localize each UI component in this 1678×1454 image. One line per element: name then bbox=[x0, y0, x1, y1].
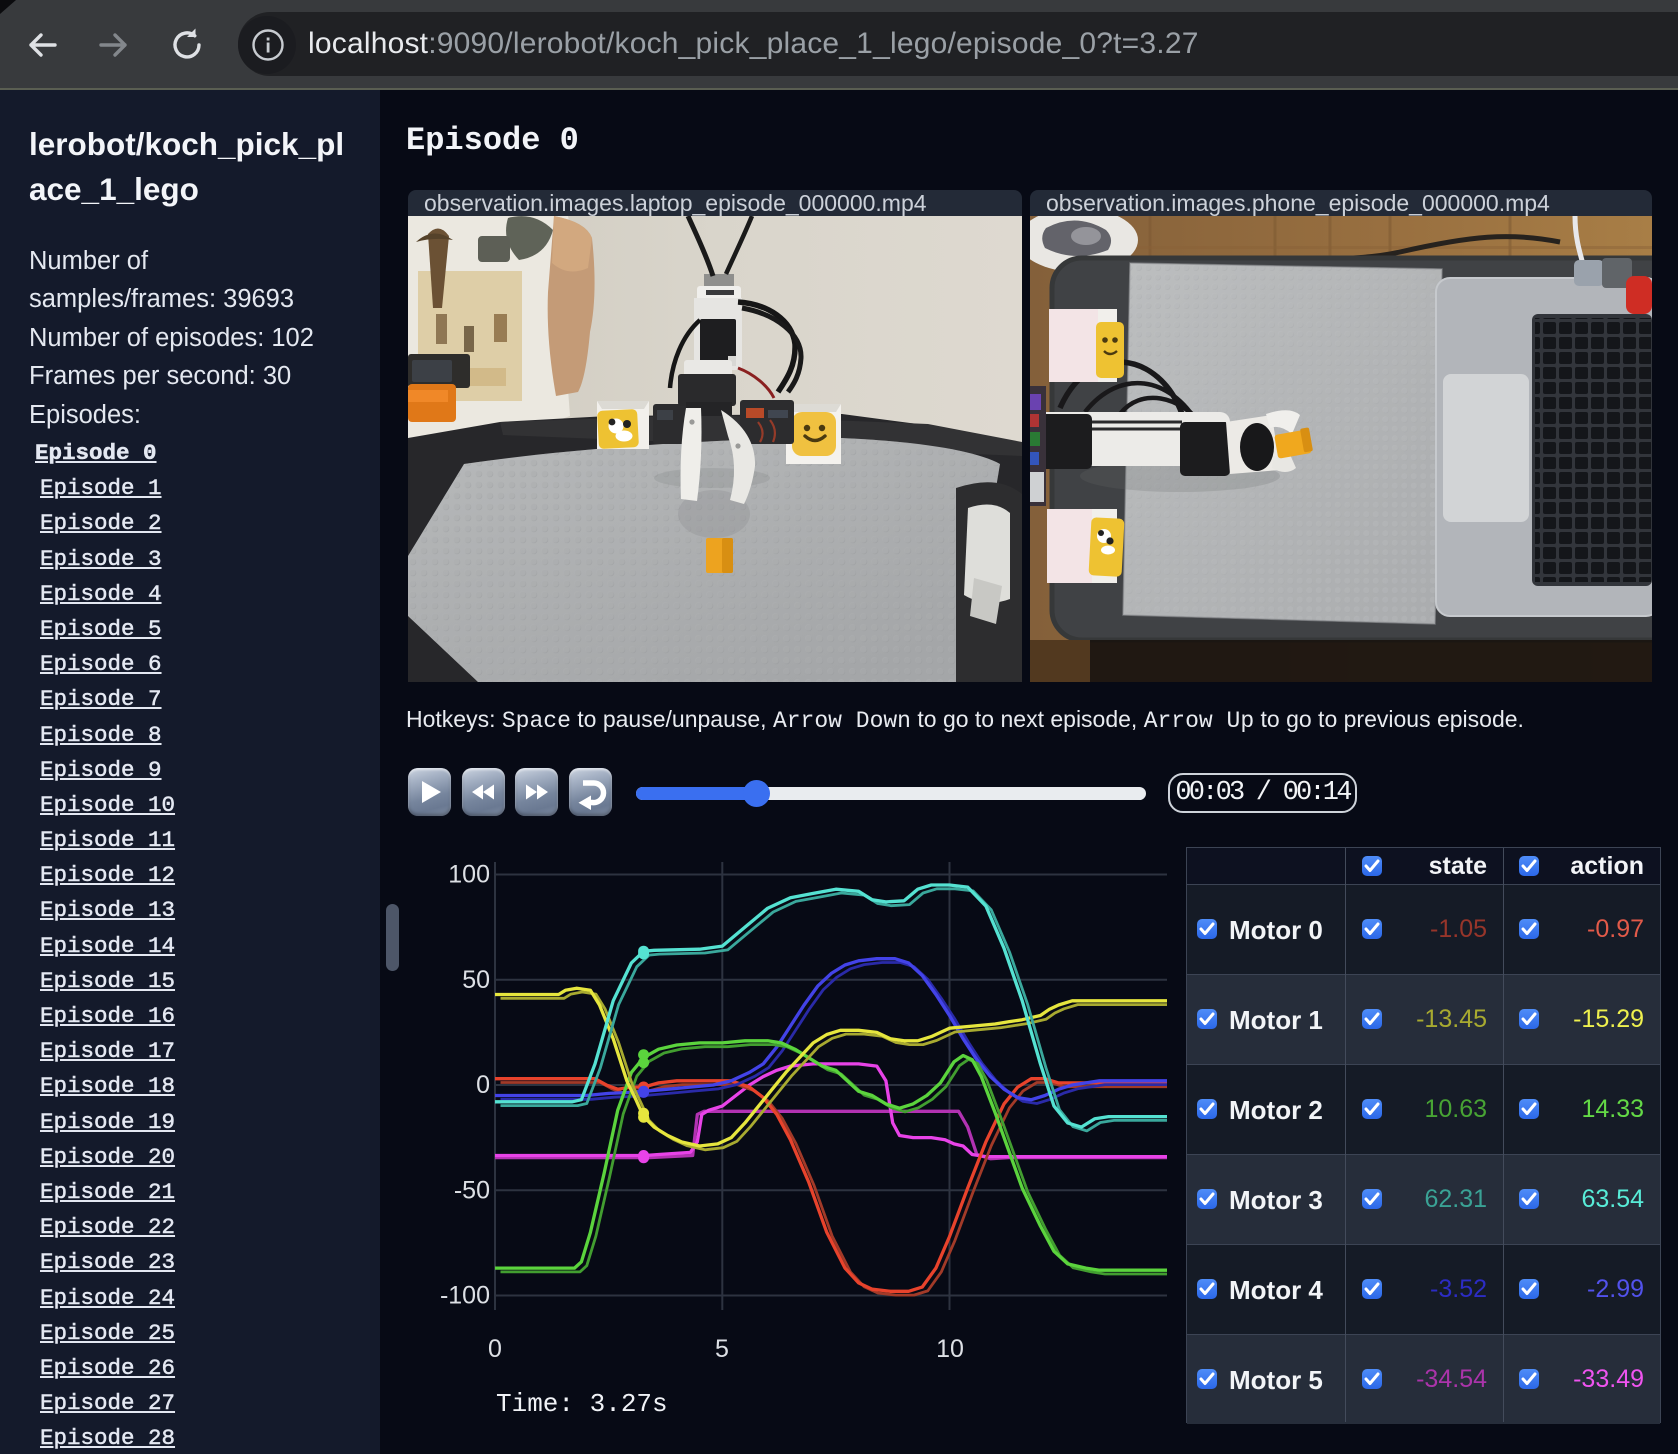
svg-text:0: 0 bbox=[488, 1335, 502, 1363]
svg-text:5: 5 bbox=[715, 1335, 729, 1363]
svg-text:50: 50 bbox=[462, 966, 490, 994]
svg-text:-50: -50 bbox=[454, 1176, 490, 1204]
svg-text:-100: -100 bbox=[440, 1282, 490, 1310]
svg-text:100: 100 bbox=[448, 861, 490, 889]
svg-text:10: 10 bbox=[936, 1335, 964, 1363]
svg-text:0: 0 bbox=[476, 1071, 490, 1099]
